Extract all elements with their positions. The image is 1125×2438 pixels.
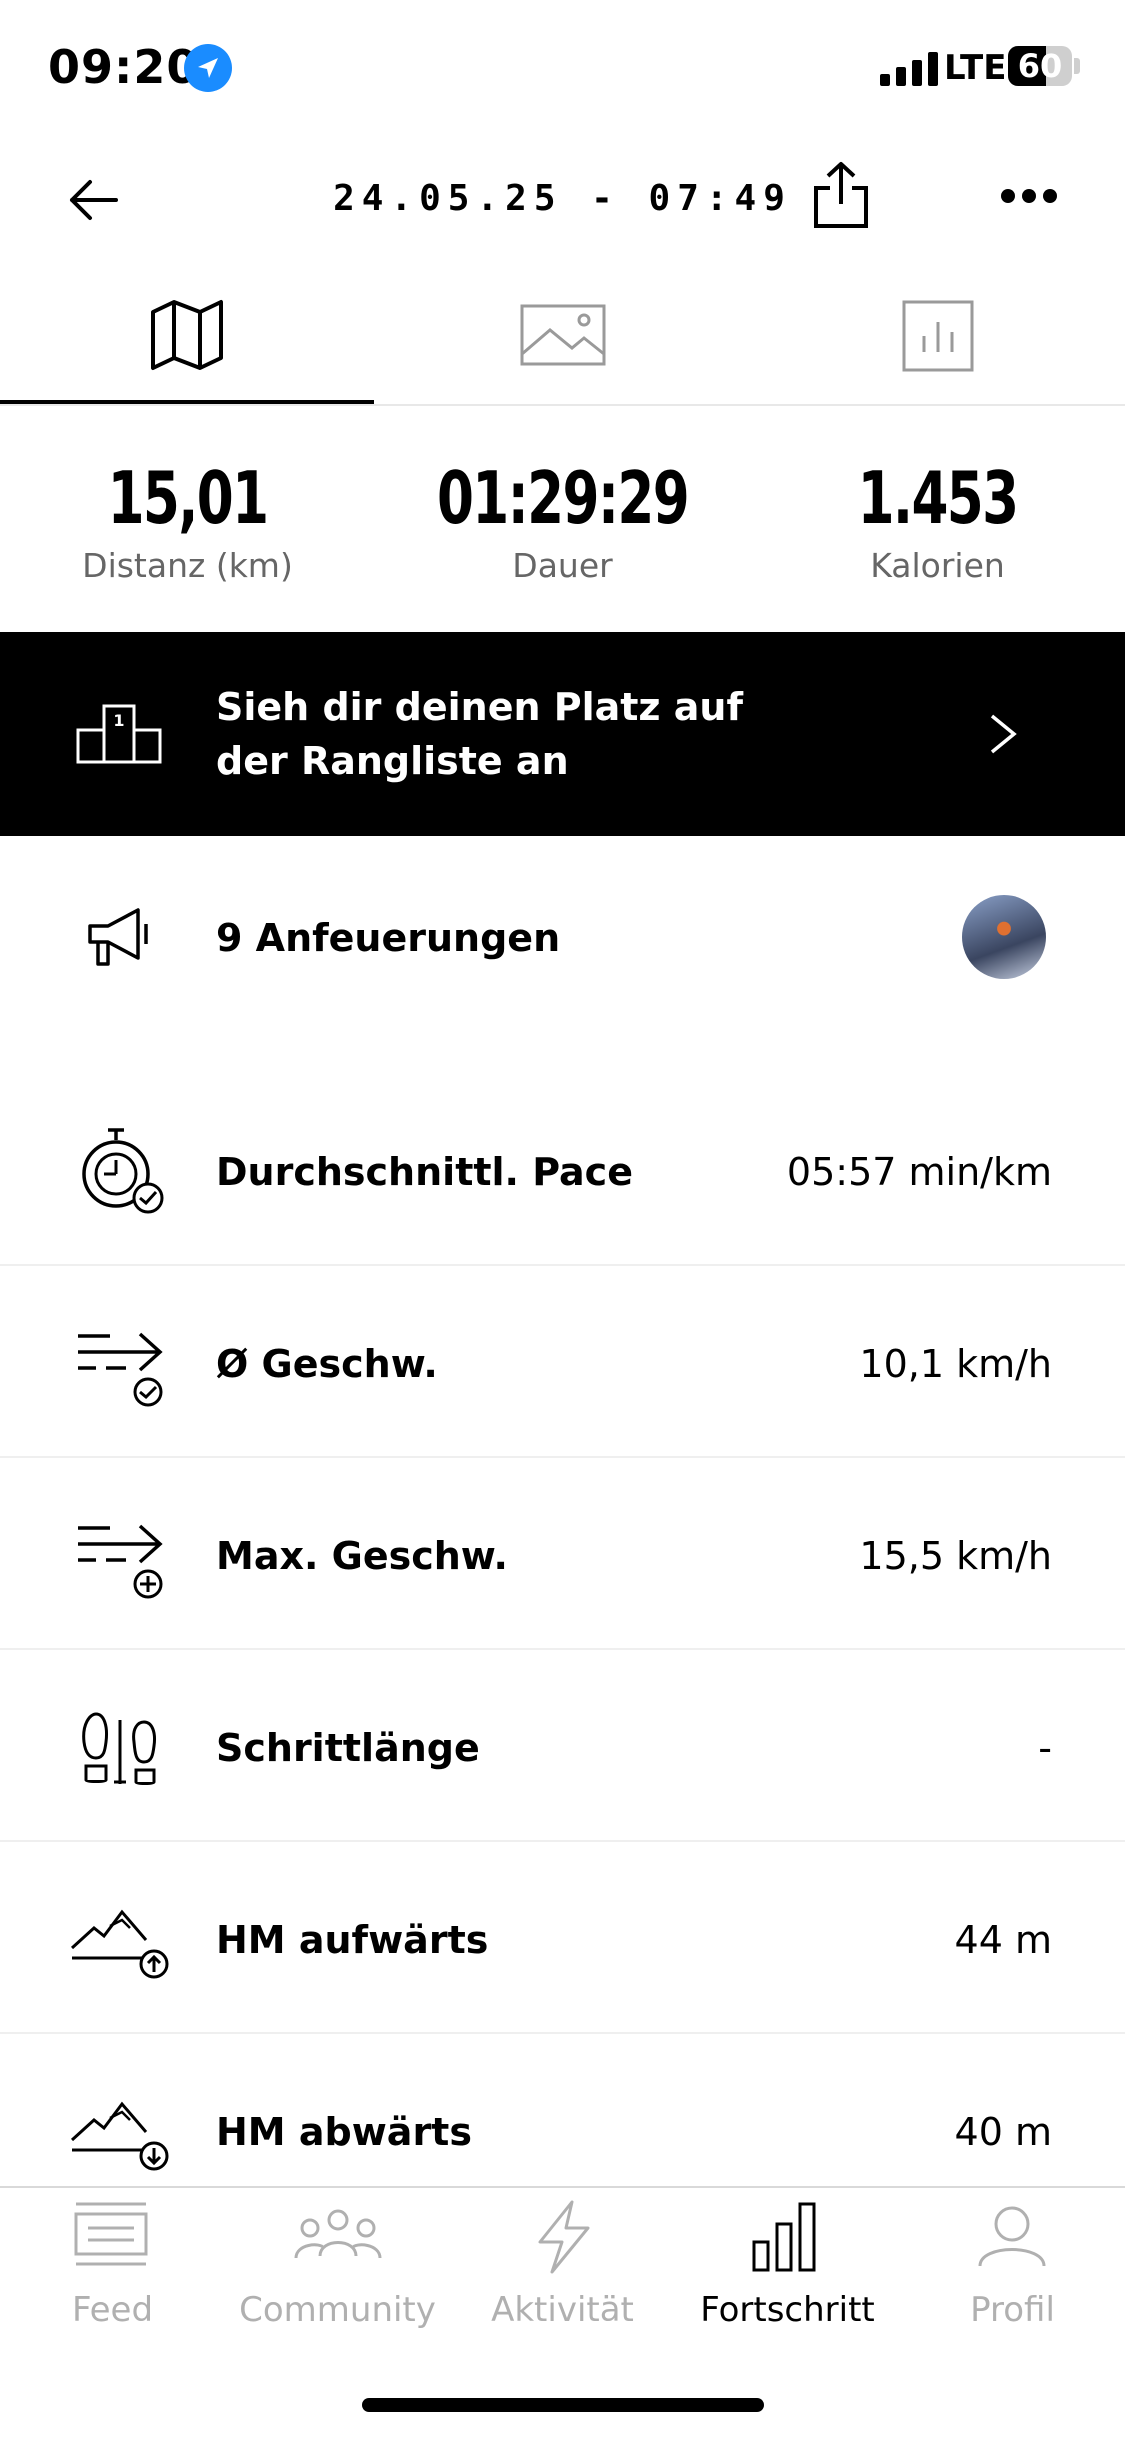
share-icon[interactable]: [812, 160, 870, 230]
stat-calories-label: Kalorien: [870, 546, 1005, 585]
stat-calories-value: 1.453: [857, 456, 1019, 540]
svg-text:1: 1: [113, 711, 124, 730]
profile-icon: [978, 2206, 1046, 2268]
nav-progress-label[interactable]: Fortschritt: [675, 2290, 900, 2330]
metric-elevation-up-label: HM aufwärts: [216, 1918, 489, 1962]
bar-chart-icon: [752, 2202, 816, 2272]
nav-community-label[interactable]: Community: [225, 2290, 450, 2330]
elevation-up-icon: [70, 1906, 170, 1980]
community-icon: [294, 2208, 382, 2264]
metric-elevation-down-value: 40 m: [954, 2110, 1052, 2154]
image-icon[interactable]: [520, 304, 606, 366]
location-arrow-icon: [184, 44, 232, 92]
leaderboard-text[interactable]: Sieh dir deinen Platz auf der Rangliste …: [216, 680, 816, 788]
nav-feed-label[interactable]: Feed: [0, 2290, 225, 2330]
footprints-icon: [80, 1712, 160, 1786]
battery-level: 60: [1017, 47, 1063, 85]
cheers-label[interactable]: 9 Anfeuerungen: [216, 916, 560, 960]
row-divider: [0, 1264, 1125, 1266]
lightning-icon: [534, 2200, 592, 2274]
row-divider: [0, 2032, 1125, 2034]
bar-chart-icon[interactable]: [902, 300, 974, 372]
tab-divider: [0, 404, 1125, 406]
metric-pace-value: 05:57 min/km: [786, 1150, 1052, 1194]
metric-elevation-up-value: 44 m: [954, 1918, 1052, 1962]
metric-avg-speed-value: 10,1 km/h: [859, 1342, 1052, 1386]
avatar[interactable]: [962, 895, 1046, 979]
map-icon[interactable]: [150, 298, 224, 372]
metric-elevation-down-label: HM abwärts: [216, 2110, 472, 2154]
podium-icon: 1: [76, 702, 162, 764]
chevron-right-icon[interactable]: [988, 712, 1018, 756]
feed-icon: [74, 2202, 148, 2266]
speed-max-icon: [76, 1522, 168, 1599]
nav-activity-label[interactable]: Aktivität: [450, 2290, 675, 2330]
stat-duration-label: Dauer: [512, 546, 613, 585]
stopwatch-icon: [80, 1126, 166, 1218]
metric-stride-value: -: [1038, 1726, 1052, 1770]
nav-profile-label[interactable]: Profil: [900, 2290, 1125, 2330]
metric-max-speed-label: Max. Geschw.: [216, 1534, 508, 1578]
speed-average-icon: [76, 1330, 168, 1407]
network-type: LTE: [944, 48, 1007, 88]
megaphone-icon: [86, 906, 152, 968]
battery-cap: [1074, 58, 1080, 74]
more-options-icon[interactable]: [1000, 188, 1060, 204]
home-indicator[interactable]: [362, 2398, 764, 2412]
status-time: 09:20: [48, 40, 200, 94]
metric-pace-label: Durchschnittl. Pace: [216, 1150, 633, 1194]
row-divider: [0, 1648, 1125, 1650]
metric-stride-label: Schrittlänge: [216, 1726, 480, 1770]
metric-avg-speed-label: Ø Geschw.: [216, 1342, 438, 1386]
metric-max-speed-value: 15,5 km/h: [859, 1534, 1052, 1578]
elevation-down-icon: [70, 2098, 170, 2172]
stat-distance-label: Distanz (km): [82, 546, 293, 585]
row-divider: [0, 1456, 1125, 1458]
activity-date-title: 24.05.25 - 07:49: [333, 178, 792, 219]
stat-duration-value: 01:29:29: [436, 456, 690, 540]
stat-distance-value: 15,01: [107, 456, 269, 540]
signal-icon: [880, 52, 942, 86]
row-divider: [0, 1840, 1125, 1842]
